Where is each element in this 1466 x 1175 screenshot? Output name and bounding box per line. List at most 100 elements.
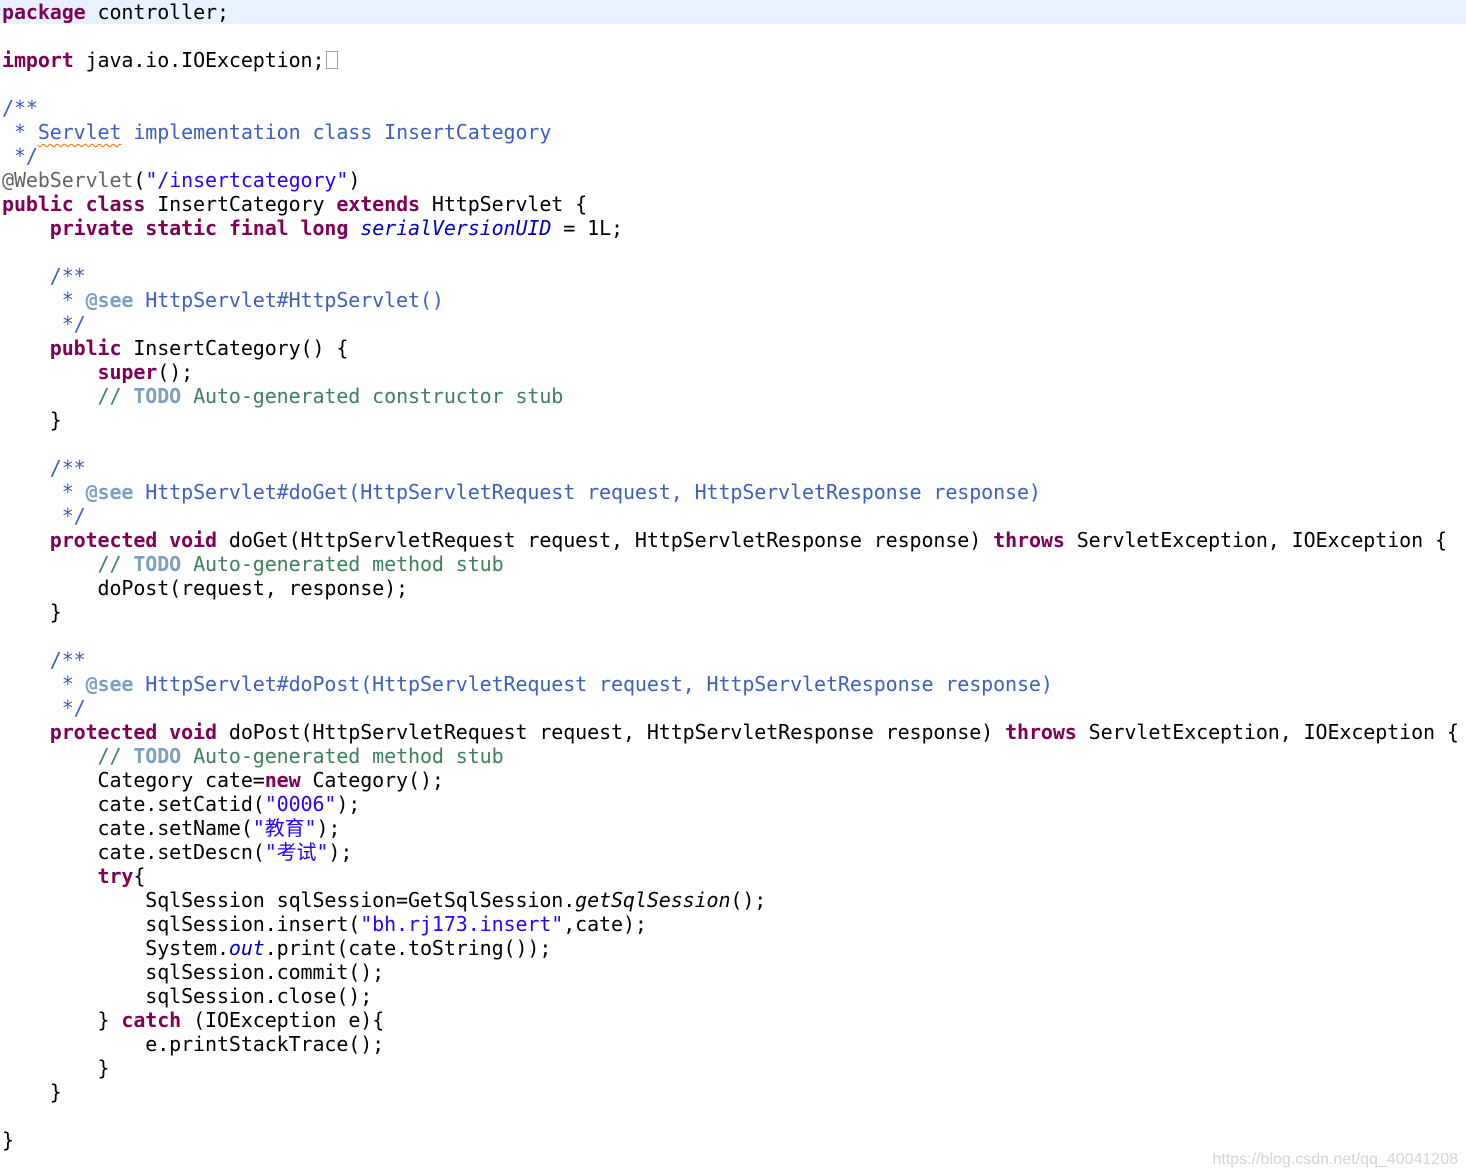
code-line-31[interactable]: protected void doPost(HttpServletRequest…	[0, 720, 1466, 744]
code-line-44[interactable]: e.printStackTrace();	[0, 1032, 1466, 1056]
code-line-7[interactable]: */	[0, 144, 1466, 168]
code-line-11[interactable]	[0, 240, 1466, 264]
code-line-20[interactable]: /**	[0, 456, 1466, 480]
code-text: HttpServlet {	[419, 192, 588, 216]
code-line-10[interactable]: private static final long serialVersionU…	[0, 216, 1466, 240]
code-line-29[interactable]: * @see HttpServlet#doPost(HttpServletReq…	[0, 672, 1466, 696]
code-line-36[interactable]: cate.setDescn("考试");	[0, 840, 1466, 864]
code-text: ();	[730, 888, 767, 912]
code-line-43[interactable]: } catch (IOException e){	[0, 1008, 1466, 1032]
code-line-16[interactable]: super();	[0, 360, 1466, 384]
code-line-38[interactable]: SqlSession sqlSession=GetSqlSession.getS…	[0, 888, 1466, 912]
code-line-41[interactable]: sqlSession.commit();	[0, 960, 1466, 984]
code-text: }	[2, 1008, 122, 1032]
code-text: ();	[157, 360, 194, 384]
javadoc-tag: @see	[85, 672, 134, 696]
code-line-14[interactable]: */	[0, 312, 1466, 336]
todo-tag: TODO	[133, 552, 182, 576]
code-line-23[interactable]: protected void doGet(HttpServletRequest …	[0, 528, 1466, 552]
code-line-37[interactable]: try{	[0, 864, 1466, 888]
code-line-1[interactable]: package controller;	[0, 0, 1466, 24]
code-line-46[interactable]: }	[0, 1080, 1466, 1104]
code-line-6[interactable]: * Servlet implementation class InsertCat…	[0, 120, 1466, 144]
code-line-26[interactable]: }	[0, 600, 1466, 624]
code-line-42[interactable]: sqlSession.close();	[0, 984, 1466, 1008]
code-line-19[interactable]	[0, 432, 1466, 456]
comment: //	[97, 552, 134, 576]
code-text: controller;	[85, 0, 229, 24]
keyword: private static final long	[49, 216, 349, 240]
code-line-5[interactable]: /**	[0, 96, 1466, 120]
code-text: (IOException e){	[181, 1008, 385, 1032]
string-literal: "考试"	[264, 840, 329, 864]
code-line-47[interactable]	[0, 1104, 1466, 1128]
code-line-9[interactable]: public class InsertCategory extends Http…	[0, 192, 1466, 216]
string-literal: "/insertcategory"	[145, 168, 349, 192]
string-literal: "教育"	[252, 816, 317, 840]
code-text: cate.setCatid(	[2, 792, 265, 816]
code-line-2[interactable]	[0, 24, 1466, 48]
keyword: package	[2, 0, 86, 24]
code-line-32[interactable]: // TODO Auto-generated method stub	[0, 744, 1466, 768]
code-line-48[interactable]: }	[0, 1128, 1466, 1152]
code-line-4[interactable]	[0, 72, 1466, 96]
comment: //	[97, 744, 134, 768]
doc-text: HttpServlet#doPost(HttpServletRequest re…	[133, 672, 1053, 696]
watermark: https://blog.csdn.net/qq_40041208	[1212, 1151, 1458, 1168]
code-line-21[interactable]: * @see HttpServlet#doGet(HttpServletRequ…	[0, 480, 1466, 504]
code-line-8[interactable]: @WebServlet("/insertcategory")	[0, 168, 1466, 192]
keyword: extends	[336, 192, 420, 216]
code-text: {	[133, 864, 146, 888]
code-line-24[interactable]: // TODO Auto-generated method stub	[0, 552, 1466, 576]
code-line-39[interactable]: sqlSession.insert("bh.rj173.insert",cate…	[0, 912, 1466, 936]
code-text: );	[336, 792, 361, 816]
doc-text: *	[2, 480, 86, 504]
code-line-12[interactable]: /**	[0, 264, 1466, 288]
folded-imports-icon[interactable]	[326, 50, 339, 69]
doc-text: *	[2, 288, 86, 312]
code-line-34[interactable]: cate.setCatid("0006");	[0, 792, 1466, 816]
code-line-22[interactable]: */	[0, 504, 1466, 528]
code-line-35[interactable]: cate.setName("教育");	[0, 816, 1466, 840]
code-line-45[interactable]: }	[0, 1056, 1466, 1080]
code-line-15[interactable]: public InsertCategory() {	[0, 336, 1466, 360]
code-editor[interactable]: package controller; import java.io.IOExc…	[0, 0, 1466, 1175]
code-line-3[interactable]: import java.io.IOException;	[0, 48, 1466, 72]
keyword: throws	[1005, 720, 1077, 744]
keyword: catch	[121, 1008, 182, 1032]
code-line-27[interactable]	[0, 624, 1466, 648]
keyword: import	[2, 48, 74, 72]
code-text: System.	[2, 936, 229, 960]
code-line-18[interactable]: }	[0, 408, 1466, 432]
code-line-40[interactable]: System.out.print(cate.toString());	[0, 936, 1466, 960]
code-line-13[interactable]: * @see HttpServlet#HttpServlet()	[0, 288, 1466, 312]
code-text: sqlSession.insert(	[2, 912, 361, 936]
string-literal: "0006"	[264, 792, 337, 816]
code-text: ,cate);	[563, 912, 647, 936]
code-text: SqlSession sqlSession=GetSqlSession.	[2, 888, 576, 912]
keyword: try	[97, 864, 134, 888]
code-line-33[interactable]: Category cate=new Category();	[0, 768, 1466, 792]
code-line-17[interactable]: // TODO Auto-generated constructor stub	[0, 384, 1466, 408]
code-text: cate.setDescn(	[2, 840, 265, 864]
code-line-25[interactable]: doPost(request, response);	[0, 576, 1466, 600]
keyword: super	[97, 360, 158, 384]
code-text: ServletException, IOException {	[1064, 528, 1447, 552]
code-line-30[interactable]: */	[0, 696, 1466, 720]
static-method: getSqlSession	[575, 888, 731, 912]
comment: Auto-generated method stub	[181, 744, 504, 768]
javadoc-tag: @see	[85, 288, 134, 312]
code-text: Category();	[300, 768, 444, 792]
keyword: public	[49, 336, 122, 360]
code-text: = 1L;	[551, 216, 623, 240]
code-text: cate.setName(	[2, 816, 253, 840]
code-line-28[interactable]: /**	[0, 648, 1466, 672]
